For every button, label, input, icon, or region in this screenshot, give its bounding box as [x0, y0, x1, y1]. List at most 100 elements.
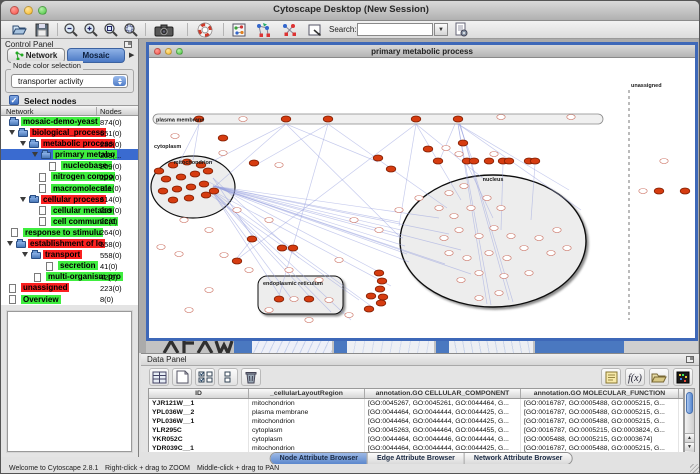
network-node-colored[interactable] — [375, 286, 385, 292]
tree-row[interactable]: transport558(0) — [1, 249, 138, 260]
resize-grip[interactable] — [690, 464, 700, 474]
network-node[interactable] — [175, 252, 183, 257]
network-canvas[interactable]: plasma membranecytoplasmmitochondrionnuc… — [149, 58, 695, 338]
network-node[interactable] — [350, 218, 358, 223]
open-session-button[interactable] — [9, 22, 29, 38]
table-row[interactable]: YLR295Ccytoplasm[GO:0045263, GO:0044464,… — [149, 426, 683, 435]
network-node[interactable] — [445, 191, 453, 196]
table-column-header[interactable]: annotation.GO CELLULAR_COMPONENT — [365, 389, 521, 398]
network-node[interactable] — [503, 256, 511, 261]
network-node-colored[interactable] — [288, 245, 298, 251]
network-node[interactable] — [525, 271, 533, 276]
network-node[interactable] — [535, 236, 543, 241]
network-node-colored[interactable] — [247, 236, 257, 242]
network-node-colored[interactable] — [458, 140, 468, 146]
table-column-header[interactable]: ID — [149, 389, 249, 398]
table-row[interactable]: YKR052Ccytoplasm[GO:0044464, GO:0044446,… — [149, 435, 683, 444]
network-node[interactable] — [497, 115, 505, 120]
attribute-matrix-button[interactable] — [673, 368, 693, 386]
network-node-colored[interactable] — [186, 184, 196, 190]
network-node[interactable] — [547, 251, 555, 256]
network-node[interactable] — [265, 218, 273, 223]
network-node-colored[interactable] — [161, 176, 171, 182]
zoom-in-button[interactable] — [81, 22, 101, 38]
layout-nodes-button[interactable] — [253, 22, 273, 38]
network-node[interactable] — [475, 296, 483, 301]
tab-overflow-arrow[interactable]: ▶ — [129, 51, 134, 59]
tree-row[interactable]: response to stimulu264(0) — [1, 227, 138, 238]
tree-row[interactable]: biological_process651(0) — [1, 127, 138, 138]
network-node-colored[interactable] — [469, 158, 479, 164]
zoom-fit-button[interactable] — [101, 22, 121, 38]
search-input[interactable] — [357, 23, 433, 36]
unselect-attributes-button[interactable] — [218, 368, 238, 386]
network-node-colored[interactable] — [366, 293, 376, 299]
tree-row[interactable]: metabolic process280(0) — [1, 138, 138, 149]
network-node[interactable] — [239, 117, 247, 122]
network-node[interactable] — [415, 196, 423, 201]
layout-edges-button[interactable] — [279, 22, 299, 38]
network-node[interactable] — [520, 246, 528, 251]
network-node-colored[interactable] — [504, 158, 514, 164]
network-node-colored[interactable] — [364, 306, 374, 312]
zoom-out-button[interactable] — [61, 22, 81, 38]
network-node-colored[interactable] — [323, 116, 333, 122]
table-row[interactable]: YPL036W__2plasma membrane[GO:0044464, GO… — [149, 408, 683, 417]
network-node-colored[interactable] — [277, 245, 287, 251]
select-attributes-button[interactable] — [195, 368, 215, 386]
network-node-colored[interactable] — [176, 174, 186, 180]
snapshot-button[interactable] — [151, 22, 177, 38]
tree-row[interactable]: secretion41(0) — [1, 260, 138, 271]
disclosure-triangle-icon[interactable] — [22, 252, 28, 257]
float-data-panel-icon[interactable] — [686, 356, 694, 363]
network-node[interactable] — [395, 208, 403, 213]
network-node[interactable] — [220, 253, 228, 258]
annotation-button[interactable] — [305, 22, 325, 38]
network-node-colored[interactable] — [184, 195, 194, 201]
network-node-colored[interactable] — [209, 188, 219, 194]
network-node[interactable] — [490, 226, 498, 231]
tree-row[interactable]: macromolecule311(0) — [1, 183, 138, 194]
tree-row[interactable]: establishment of lo558(0) — [1, 238, 138, 249]
network-node-colored[interactable] — [680, 188, 690, 194]
network-node[interactable] — [185, 308, 193, 313]
network-node-colored[interactable] — [281, 116, 291, 122]
table-column-header[interactable]: annotation.GO MOLECULAR_FUNCTION — [521, 389, 679, 398]
network-node[interactable] — [497, 206, 505, 211]
network-node[interactable] — [335, 258, 343, 263]
network-node[interactable] — [435, 206, 443, 211]
network-node-colored[interactable] — [249, 160, 259, 166]
delete-attribute-button[interactable] — [241, 368, 261, 386]
search-settings-button[interactable] — [451, 22, 471, 38]
tree-row[interactable]: nitrogen compo209(0) — [1, 171, 138, 182]
network-node-colored[interactable] — [304, 296, 314, 302]
network-node-colored[interactable] — [190, 171, 200, 177]
network-node-colored[interactable] — [373, 155, 383, 161]
network-node[interactable] — [171, 134, 179, 139]
network-node[interactable] — [455, 228, 463, 233]
network-node[interactable] — [485, 251, 493, 256]
network-node[interactable] — [205, 288, 213, 293]
tree-row[interactable]: Overview8(0) — [1, 294, 138, 305]
network-node[interactable] — [455, 152, 463, 157]
scrollbar-thumb[interactable] — [686, 392, 693, 414]
network-node[interactable] — [500, 274, 508, 279]
network-node[interactable] — [507, 234, 515, 239]
network-node-colored[interactable] — [433, 158, 443, 164]
network-node-colored[interactable] — [154, 168, 164, 174]
import-attributes-button[interactable] — [649, 368, 669, 386]
network-node[interactable] — [450, 214, 458, 219]
network-node[interactable] — [275, 163, 283, 168]
network-node[interactable] — [442, 146, 450, 151]
disclosure-triangle-icon[interactable] — [20, 141, 26, 146]
network-node-colored[interactable] — [376, 300, 386, 306]
network-node[interactable] — [463, 256, 471, 261]
tab-network-attribute-browser[interactable]: Network Attribute Browser — [465, 453, 571, 464]
network-node[interactable] — [660, 159, 668, 164]
network-node[interactable] — [440, 236, 448, 241]
tab-node-attribute-browser[interactable]: Node Attribute Browser — [271, 453, 368, 464]
network-node-colored[interactable] — [453, 116, 463, 122]
search-dropdown-button[interactable]: ▼ — [434, 23, 448, 36]
network-node-colored[interactable] — [158, 188, 168, 194]
network-node-colored[interactable] — [374, 270, 384, 276]
